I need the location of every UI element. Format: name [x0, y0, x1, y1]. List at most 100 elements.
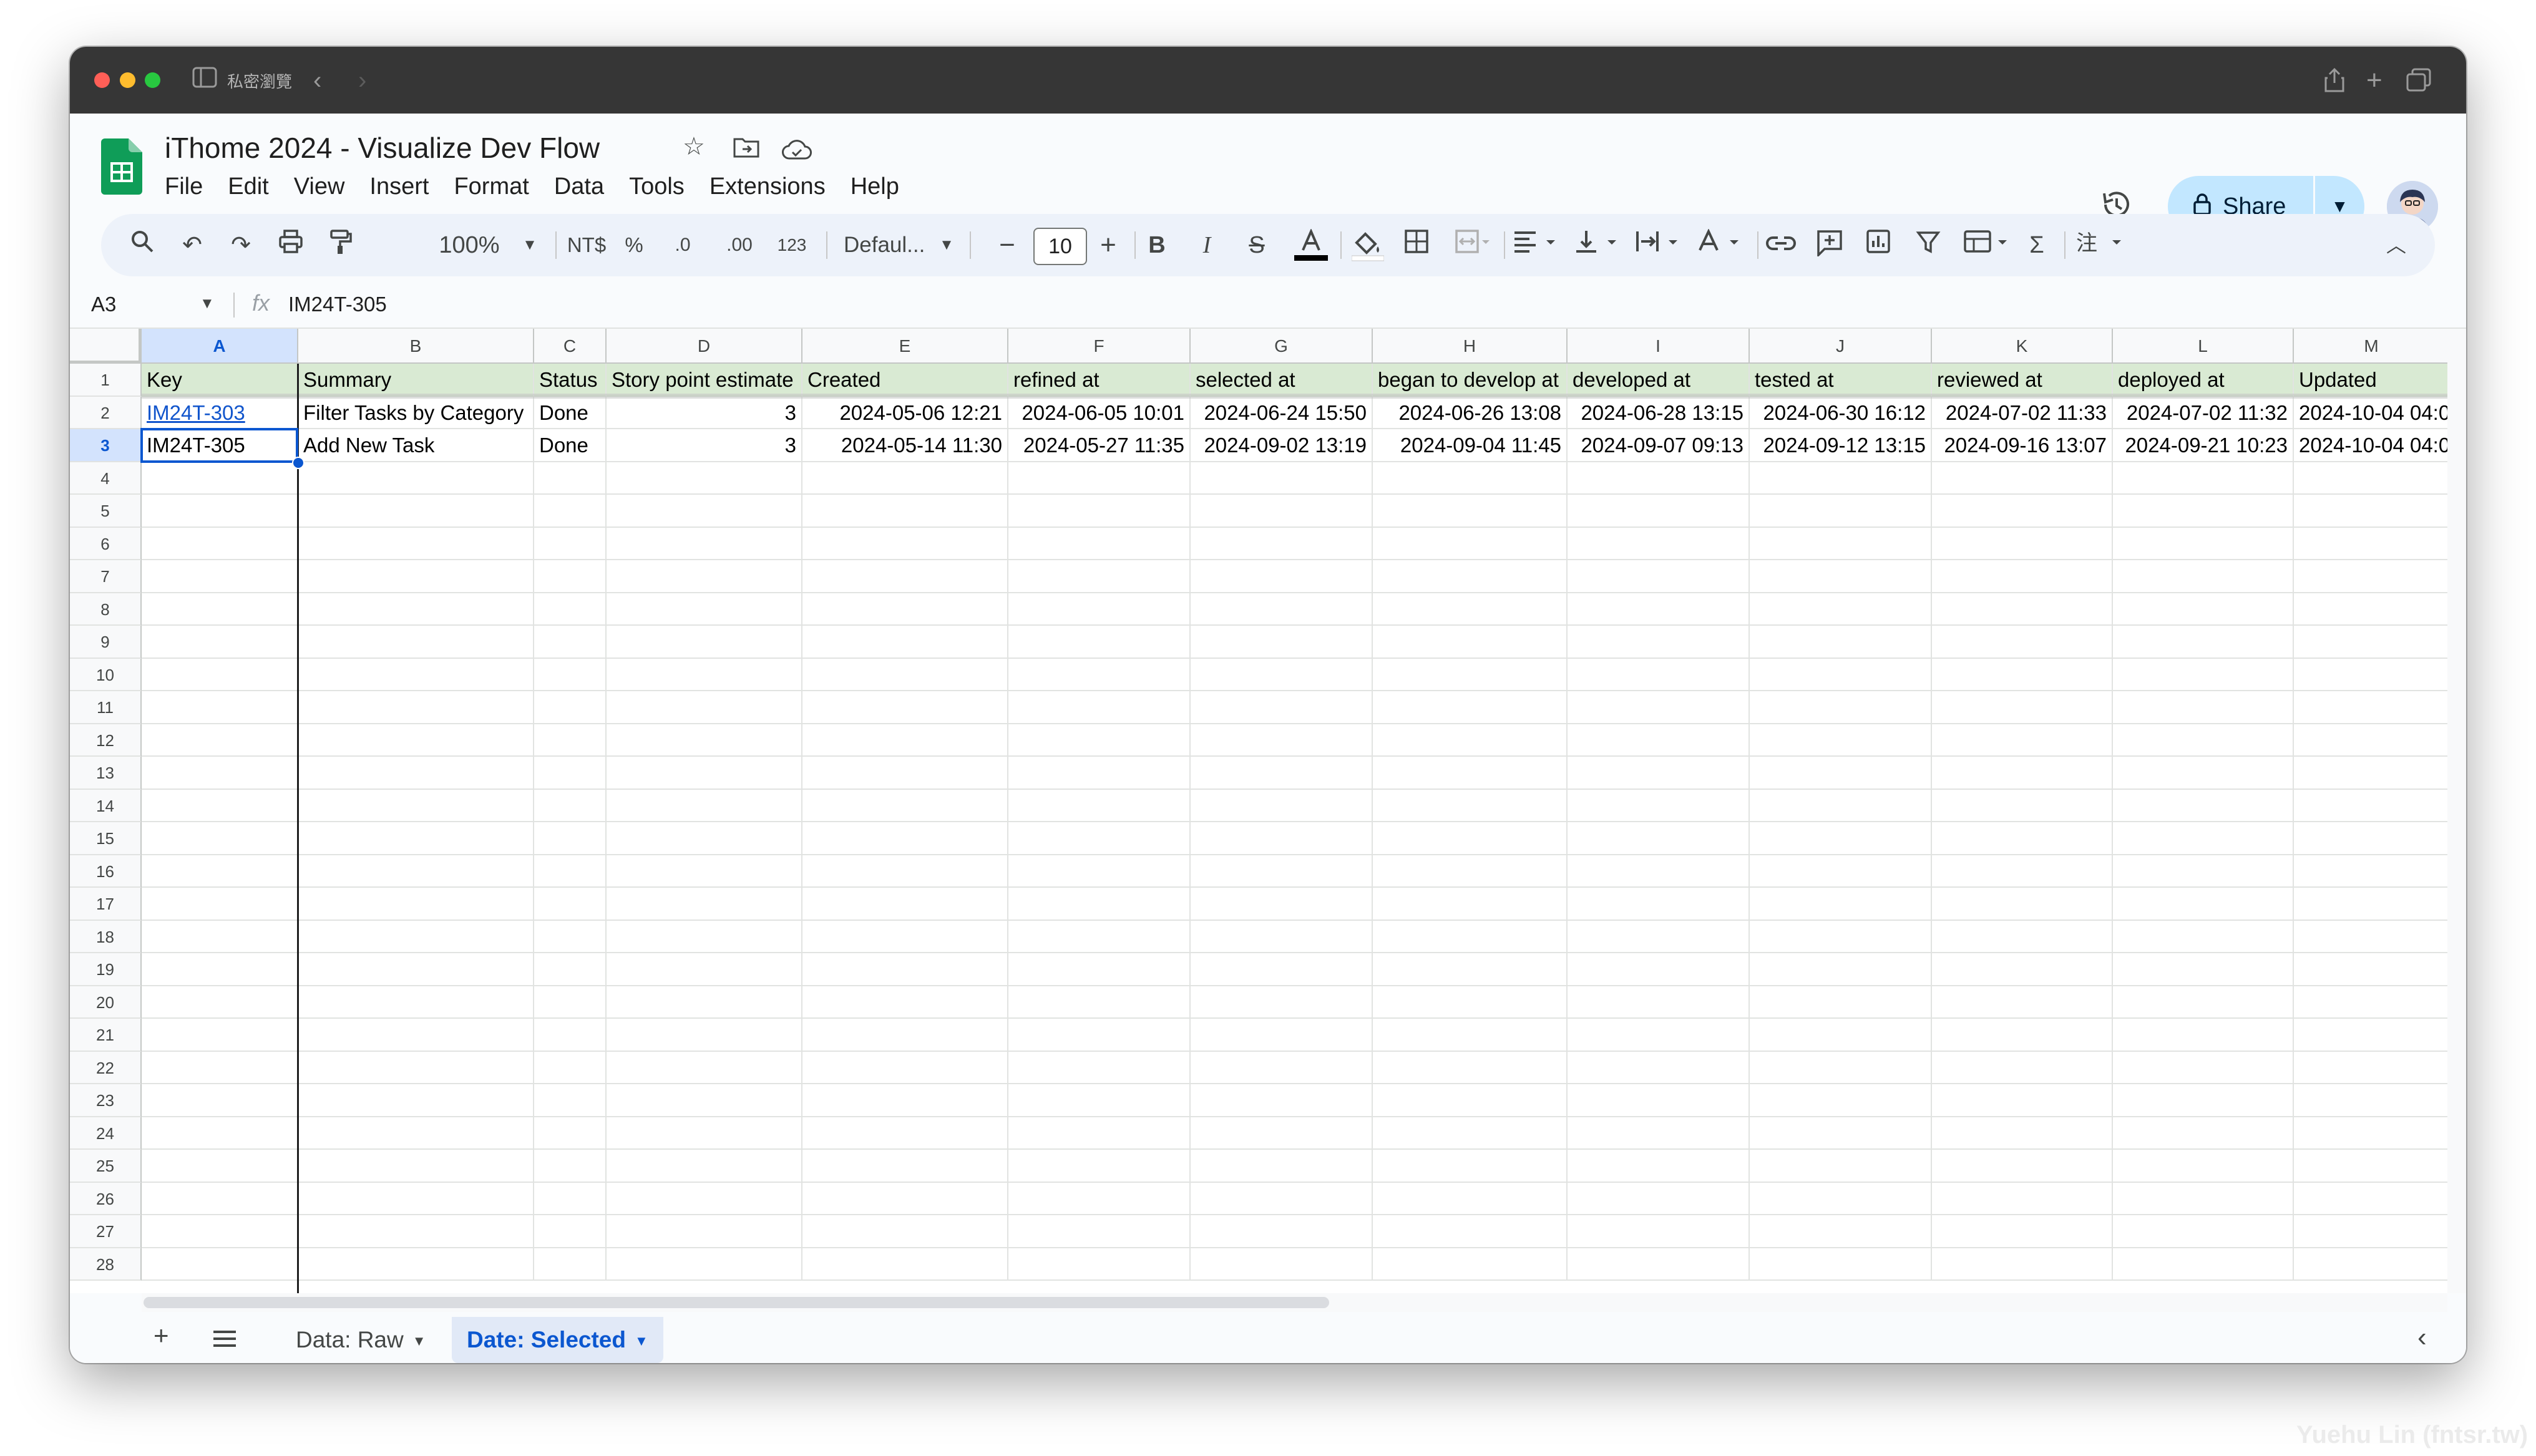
- cell-k15[interactable]: [1932, 822, 2113, 855]
- frozen-column-divider[interactable]: [297, 364, 299, 1293]
- cell-g18[interactable]: [1191, 920, 1373, 953]
- cell-i21[interactable]: [1568, 1019, 1750, 1052]
- cell-c28[interactable]: [534, 1248, 607, 1281]
- row-header-1[interactable]: 1: [70, 364, 142, 397]
- cell-b8[interactable]: [298, 593, 534, 626]
- cell-a18[interactable]: [142, 920, 298, 953]
- cell-a2[interactable]: IM24T-303: [142, 396, 298, 429]
- cell-b10[interactable]: [298, 658, 534, 691]
- cell-f9[interactable]: [1008, 626, 1191, 659]
- cell-b18[interactable]: [298, 920, 534, 953]
- cell-l20[interactable]: [2113, 986, 2294, 1019]
- cell-b9[interactable]: [298, 626, 534, 659]
- cell-m11[interactable]: [2294, 691, 2450, 724]
- cell-l13[interactable]: [2113, 757, 2294, 790]
- cell-h22[interactable]: [1373, 1051, 1568, 1084]
- cell-c23[interactable]: [534, 1084, 607, 1117]
- cell-k28[interactable]: [1932, 1248, 2113, 1281]
- row-header-8[interactable]: 8: [70, 593, 142, 626]
- cell-g17[interactable]: [1191, 888, 1373, 921]
- cell-m24[interactable]: [2294, 1117, 2450, 1150]
- cell-g11[interactable]: [1191, 691, 1373, 724]
- star-icon[interactable]: ☆: [683, 132, 705, 161]
- cell-i8[interactable]: [1568, 593, 1750, 626]
- cell-h25[interactable]: [1373, 1150, 1568, 1183]
- cell-e16[interactable]: [802, 855, 1008, 888]
- document-title[interactable]: iThome 2024 - Visualize Dev Flow: [165, 131, 600, 165]
- text-wrapping-icon[interactable]: [1634, 229, 1690, 261]
- spreadsheet-grid[interactable]: A B C D E F G H I J K L M 1 2 3 4 5 6 7 8 9 10 11 12 13 14 15 16 17 18…: [70, 329, 2454, 1293]
- cell-d5[interactable]: [607, 495, 802, 528]
- filter-views-icon[interactable]: [1962, 229, 2018, 261]
- menu-tools[interactable]: Tools: [617, 171, 697, 202]
- cell-c26[interactable]: [534, 1182, 607, 1215]
- cell-m15[interactable]: [2294, 822, 2450, 855]
- cell-j23[interactable]: [1750, 1084, 1932, 1117]
- sheet-tab-date-selected[interactable]: Date: Selected ▼: [452, 1317, 663, 1363]
- explore-collapse-icon[interactable]: ‹: [2417, 1322, 2427, 1353]
- cell-g26[interactable]: [1191, 1182, 1373, 1215]
- cell-k4[interactable]: [1932, 462, 2113, 495]
- cell-a7[interactable]: [142, 560, 298, 593]
- row-header-3[interactable]: 3: [70, 429, 142, 462]
- cell-b16[interactable]: [298, 855, 534, 888]
- cell-m9[interactable]: [2294, 626, 2450, 659]
- header-cell[interactable]: Summary: [298, 364, 534, 397]
- header-cell[interactable]: Created: [802, 364, 1008, 397]
- cell-a10[interactable]: [142, 658, 298, 691]
- cell-c8[interactable]: [534, 593, 607, 626]
- cell-k16[interactable]: [1932, 855, 2113, 888]
- vertical-align-icon[interactable]: [1573, 229, 1629, 261]
- cell-a8[interactable]: [142, 593, 298, 626]
- cell-g27[interactable]: [1191, 1215, 1373, 1248]
- column-header-e[interactable]: E: [802, 329, 1008, 364]
- cell-j17[interactable]: [1750, 888, 1932, 921]
- cell-m3[interactable]: 2024-10-04 04:0: [2294, 429, 2450, 462]
- cell-d21[interactable]: [607, 1019, 802, 1052]
- column-header-i[interactable]: I: [1568, 329, 1750, 364]
- cell-d6[interactable]: [607, 527, 802, 560]
- cell-d19[interactable]: [607, 953, 802, 986]
- column-header-k[interactable]: K: [1932, 329, 2113, 364]
- cell-m25[interactable]: [2294, 1150, 2450, 1183]
- cell-i23[interactable]: [1568, 1084, 1750, 1117]
- font-size-input[interactable]: 10: [1033, 228, 1087, 265]
- cell-b6[interactable]: [298, 527, 534, 560]
- text-rotation-icon[interactable]: [1695, 228, 1751, 261]
- row-header-20[interactable]: 20: [70, 986, 142, 1019]
- cell-i26[interactable]: [1568, 1182, 1750, 1215]
- cell-g7[interactable]: [1191, 560, 1373, 593]
- cell-c17[interactable]: [534, 888, 607, 921]
- font-dropdown-icon[interactable]: ▼: [937, 229, 956, 261]
- column-header-l[interactable]: L: [2113, 329, 2294, 364]
- cell-k9[interactable]: [1932, 626, 2113, 659]
- cell-j19[interactable]: [1750, 953, 1932, 986]
- row-header-9[interactable]: 9: [70, 626, 142, 659]
- cell-h9[interactable]: [1373, 626, 1568, 659]
- cell-d22[interactable]: [607, 1051, 802, 1084]
- cell-g12[interactable]: [1191, 724, 1373, 757]
- cell-c13[interactable]: [534, 757, 607, 790]
- cell-h14[interactable]: [1373, 789, 1568, 822]
- cell-a19[interactable]: [142, 953, 298, 986]
- cell-a6[interactable]: [142, 527, 298, 560]
- cell-a9[interactable]: [142, 626, 298, 659]
- row-header-10[interactable]: 10: [70, 658, 142, 691]
- cell-e15[interactable]: [802, 822, 1008, 855]
- row-header-25[interactable]: 25: [70, 1150, 142, 1183]
- cell-h18[interactable]: [1373, 920, 1568, 953]
- cell-b24[interactable]: [298, 1117, 534, 1150]
- insert-link-icon[interactable]: [1765, 229, 1797, 261]
- cell-c21[interactable]: [534, 1019, 607, 1052]
- cell-h21[interactable]: [1373, 1019, 1568, 1052]
- row-header-27[interactable]: 27: [70, 1215, 142, 1248]
- cell-c18[interactable]: [534, 920, 607, 953]
- cell-g13[interactable]: [1191, 757, 1373, 790]
- row-header-19[interactable]: 19: [70, 953, 142, 986]
- cell-i14[interactable]: [1568, 789, 1750, 822]
- cell-c27[interactable]: [534, 1215, 607, 1248]
- cell-m14[interactable]: [2294, 789, 2450, 822]
- cell-m19[interactable]: [2294, 953, 2450, 986]
- cell-e6[interactable]: [802, 527, 1008, 560]
- column-header-m[interactable]: M: [2294, 329, 2450, 364]
